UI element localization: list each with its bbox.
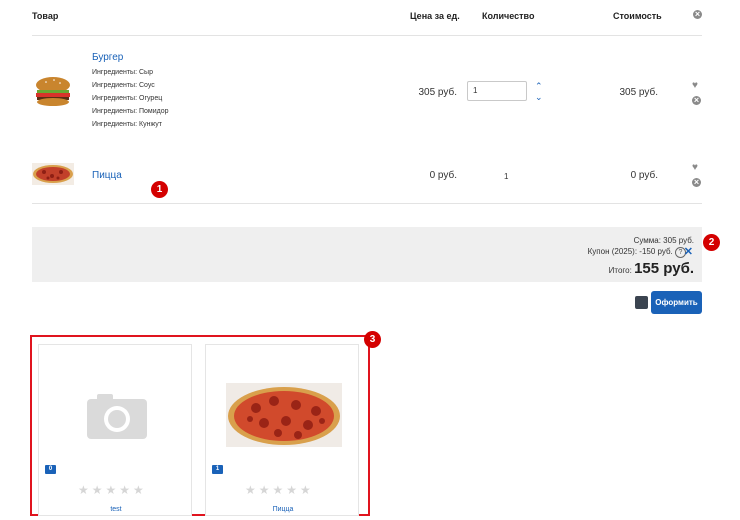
ingredient-value: Кунжут <box>139 121 162 128</box>
ingredient-value: Огурец <box>139 95 163 102</box>
total-label: Итого: <box>608 266 632 275</box>
annotation-badge-1: 1 <box>151 181 168 198</box>
unit-price-burger: 305 руб. <box>418 87 457 98</box>
ingredient-row: Ингредиенты: Помидор <box>92 105 169 118</box>
product-card[interactable]: 0 ★★★★★ test <box>38 344 192 516</box>
burger-thumbnail[interactable] <box>32 76 74 106</box>
totals-panel: Сумма: 305 руб. Купон (2025): -150 руб. … <box>32 227 702 282</box>
ingredient-label: Ингредиенты: <box>92 95 138 102</box>
chevron-down-icon[interactable]: ⌄ <box>535 93 543 102</box>
cost-burger: 305 руб. <box>619 87 658 98</box>
product-name-burger[interactable]: Бургер <box>92 52 123 63</box>
annotation-badge-2: 2 <box>703 234 720 251</box>
header-unit-price: Цена за ед. <box>410 11 460 21</box>
ingredient-label: Ингредиенты: <box>92 121 138 128</box>
ingredient-row: Ингредиенты: Огурец <box>92 92 169 105</box>
divider <box>32 35 702 36</box>
clear-cart-icon[interactable] <box>693 8 702 20</box>
chevron-up-icon[interactable]: ⌃ <box>535 82 543 91</box>
ingredient-label: Ингредиенты: <box>92 69 138 76</box>
ingredient-value: Помидор <box>139 108 169 115</box>
ingredient-value: Соус <box>139 82 155 89</box>
coupon-line: Купон (2025): -150 руб. ? <box>588 247 686 258</box>
count-badge: 0 <box>45 465 56 474</box>
product-name-pizza[interactable]: Пицца <box>92 170 122 181</box>
count-badge: 1 <box>212 465 223 474</box>
rating-stars[interactable]: ★★★★★ <box>78 483 147 497</box>
ingredient-label: Ингредиенты: <box>92 82 138 89</box>
pizza-thumbnail[interactable] <box>32 163 74 185</box>
camera-placeholder-icon <box>87 394 147 439</box>
unit-price-pizza: 0 руб. <box>429 170 457 181</box>
remove-item-icon[interactable] <box>692 94 701 106</box>
quantity-pizza: 1 <box>504 172 509 181</box>
coupon-text: Купон (2025): -150 руб. <box>587 247 673 256</box>
total-line: Итого: 155 руб. <box>609 260 694 277</box>
product-card-name[interactable]: Пицца <box>206 506 360 513</box>
ingredient-row: Ингредиенты: Кунжут <box>92 118 169 131</box>
header-product: Товар <box>32 11 59 21</box>
heart-icon[interactable]: ♥ <box>692 163 698 173</box>
divider <box>32 203 702 204</box>
ingredient-value: Сыр <box>139 69 153 76</box>
annotation-badge-3: 3 <box>364 331 381 348</box>
ingredient-label: Ингредиенты: <box>92 108 138 115</box>
ingredient-row: Ингредиенты: Сыр <box>92 66 169 79</box>
product-card[interactable]: 1 ★★★★★ Пицца <box>205 344 359 516</box>
ingredient-list: Ингредиенты: Сыр Ингредиенты: Соус Ингреди… <box>92 66 169 131</box>
cost-pizza: 0 руб. <box>630 170 658 181</box>
ingredient-row: Ингредиенты: Соус <box>92 79 169 92</box>
checkout-button[interactable]: Оформить <box>651 291 702 314</box>
remove-item-icon[interactable] <box>692 176 701 188</box>
heart-icon[interactable]: ♥ <box>692 81 698 91</box>
product-card-name[interactable]: test <box>39 506 193 513</box>
rating-stars[interactable]: ★★★★★ <box>245 483 314 497</box>
header-quantity: Количество <box>482 11 535 21</box>
header-cost: Стоимость <box>613 11 662 21</box>
pizza-image <box>226 383 342 447</box>
total-value: 155 руб. <box>634 260 694 277</box>
remove-coupon-icon[interactable]: ✕ <box>684 245 693 258</box>
checkbox[interactable] <box>635 296 648 309</box>
quantity-input-burger[interactable]: 1 <box>467 81 527 101</box>
sum-line: Сумма: 305 руб. <box>633 236 694 245</box>
